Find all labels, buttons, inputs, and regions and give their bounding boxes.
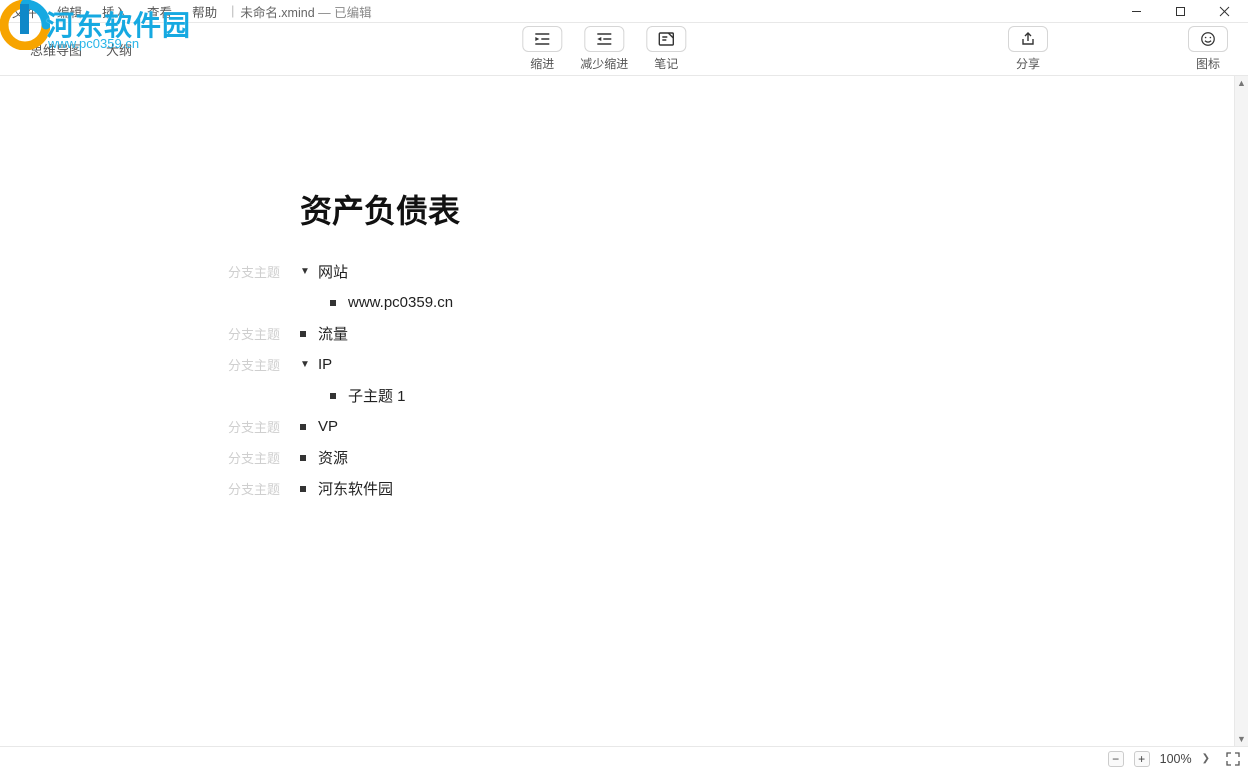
branch-side-label: 分支主题 — [210, 355, 280, 374]
menu-divider: | — [227, 4, 238, 18]
outline-row[interactable]: 分支主题资源 — [300, 442, 1174, 473]
window-edited-state: — 已编辑 — [318, 2, 371, 21]
outdent-button[interactable]: 减少缩进 — [580, 26, 628, 72]
outline-subrow[interactable]: 子主题 1 — [330, 380, 1174, 411]
note-icon — [657, 31, 675, 47]
share-icon — [1019, 31, 1037, 47]
outline-row[interactable]: 分支主题流量 — [300, 318, 1174, 349]
toolbar: 思维导图 大纲 缩进 减少缩进 笔记 分享 图标 — [0, 22, 1248, 76]
fullscreen-icon[interactable] — [1226, 752, 1240, 766]
note-button[interactable]: 笔记 — [646, 26, 686, 72]
outline-item-text[interactable]: 资源 — [318, 447, 348, 468]
zoom-in-button[interactable]: + — [1134, 751, 1150, 767]
zoom-dropdown-icon[interactable]: ❯ — [1202, 753, 1210, 764]
view-tabs: 思维导图 大纲 — [30, 40, 132, 59]
outline-row[interactable]: 分支主题▼网站 — [300, 256, 1174, 287]
outdent-label: 减少缩进 — [580, 55, 628, 72]
bullet-icon — [330, 393, 336, 399]
window-maximize-button[interactable] — [1158, 0, 1202, 22]
toolbar-right: 图标 — [1188, 26, 1228, 72]
bullet-icon — [330, 300, 336, 306]
branch-side-label: 分支主题 — [210, 324, 280, 343]
outline-content: 资产负债表 分支主题▼网站www.pc0359.cn分支主题流量分支主题▼IP子… — [0, 76, 1234, 746]
toolbar-share-group: 分享 — [1008, 26, 1048, 72]
outline-item-text[interactable]: VP — [318, 418, 338, 435]
menu-insert[interactable]: 插入 — [92, 0, 137, 23]
outline-item-text[interactable]: IP — [318, 356, 332, 373]
share-label: 分享 — [1016, 55, 1040, 72]
iconset-label: 图标 — [1196, 55, 1220, 72]
branch-side-label: 分支主题 — [210, 448, 280, 467]
bullet-icon — [300, 486, 306, 492]
bullet-icon — [300, 455, 306, 461]
outdent-icon — [595, 31, 613, 47]
outline-title[interactable]: 资产负债表 — [300, 186, 460, 232]
branch-side-label: 分支主题 — [210, 479, 280, 498]
indent-label: 缩进 — [530, 55, 554, 72]
expand-toggle-icon[interactable]: ▼ — [300, 266, 310, 277]
window-close-button[interactable] — [1202, 0, 1246, 22]
outline-subrow[interactable]: www.pc0359.cn — [330, 287, 1174, 318]
indent-icon — [533, 31, 551, 47]
menu-file[interactable]: 文件 — [2, 0, 47, 23]
outline-item-text[interactable]: www.pc0359.cn — [348, 294, 453, 311]
iconset-button[interactable]: 图标 — [1188, 26, 1228, 72]
outline-list: 分支主题▼网站www.pc0359.cn分支主题流量分支主题▼IP子主题 1分支… — [300, 256, 1174, 504]
menu-view[interactable]: 查看 — [137, 0, 182, 23]
toolbar-center: 缩进 减少缩进 笔记 — [522, 26, 686, 72]
scroll-down-icon[interactable]: ▼ — [1235, 732, 1248, 746]
window-filename: 未命名.xmind — [238, 2, 314, 21]
outline-item-text[interactable]: 网站 — [318, 261, 348, 282]
indent-button[interactable]: 缩进 — [522, 26, 562, 72]
tab-outline[interactable]: 大纲 — [106, 40, 132, 59]
branch-side-label: 分支主题 — [210, 262, 280, 281]
outline-item-text[interactable]: 河东软件园 — [318, 478, 393, 499]
window-minimize-button[interactable] — [1114, 0, 1158, 22]
branch-side-label: 分支主题 — [210, 417, 280, 436]
scroll-up-icon[interactable]: ▲ — [1235, 76, 1248, 90]
menu-edit[interactable]: 编辑 — [47, 0, 92, 23]
share-button[interactable]: 分享 — [1008, 26, 1048, 72]
tab-mindmap[interactable]: 思维导图 — [30, 40, 82, 59]
zoom-out-button[interactable]: − — [1108, 751, 1124, 767]
smiley-icon — [1199, 31, 1217, 47]
menu-help[interactable]: 帮助 — [182, 0, 227, 23]
vertical-scrollbar[interactable]: ▲ ▼ — [1234, 76, 1248, 746]
expand-toggle-icon[interactable]: ▼ — [300, 359, 310, 370]
outline-item-text[interactable]: 子主题 1 — [348, 385, 406, 406]
bullet-icon — [300, 331, 306, 337]
outline-item-text[interactable]: 流量 — [318, 323, 348, 344]
zoom-level[interactable]: 100% — [1160, 752, 1192, 766]
note-label: 笔记 — [654, 55, 678, 72]
outline-row[interactable]: 分支主题河东软件园 — [300, 473, 1174, 504]
menubar: 文件 编辑 插入 查看 帮助 — [2, 0, 227, 23]
titlebar: 文件 编辑 插入 查看 帮助 | 未命名.xmind — 已编辑 — [0, 0, 1248, 22]
window-controls — [1114, 0, 1246, 22]
outline-row[interactable]: 分支主题VP — [300, 411, 1174, 442]
statusbar: − + 100% ❯ — [0, 746, 1248, 770]
outline-row[interactable]: 分支主题▼IP — [300, 349, 1174, 380]
bullet-icon — [300, 424, 306, 430]
